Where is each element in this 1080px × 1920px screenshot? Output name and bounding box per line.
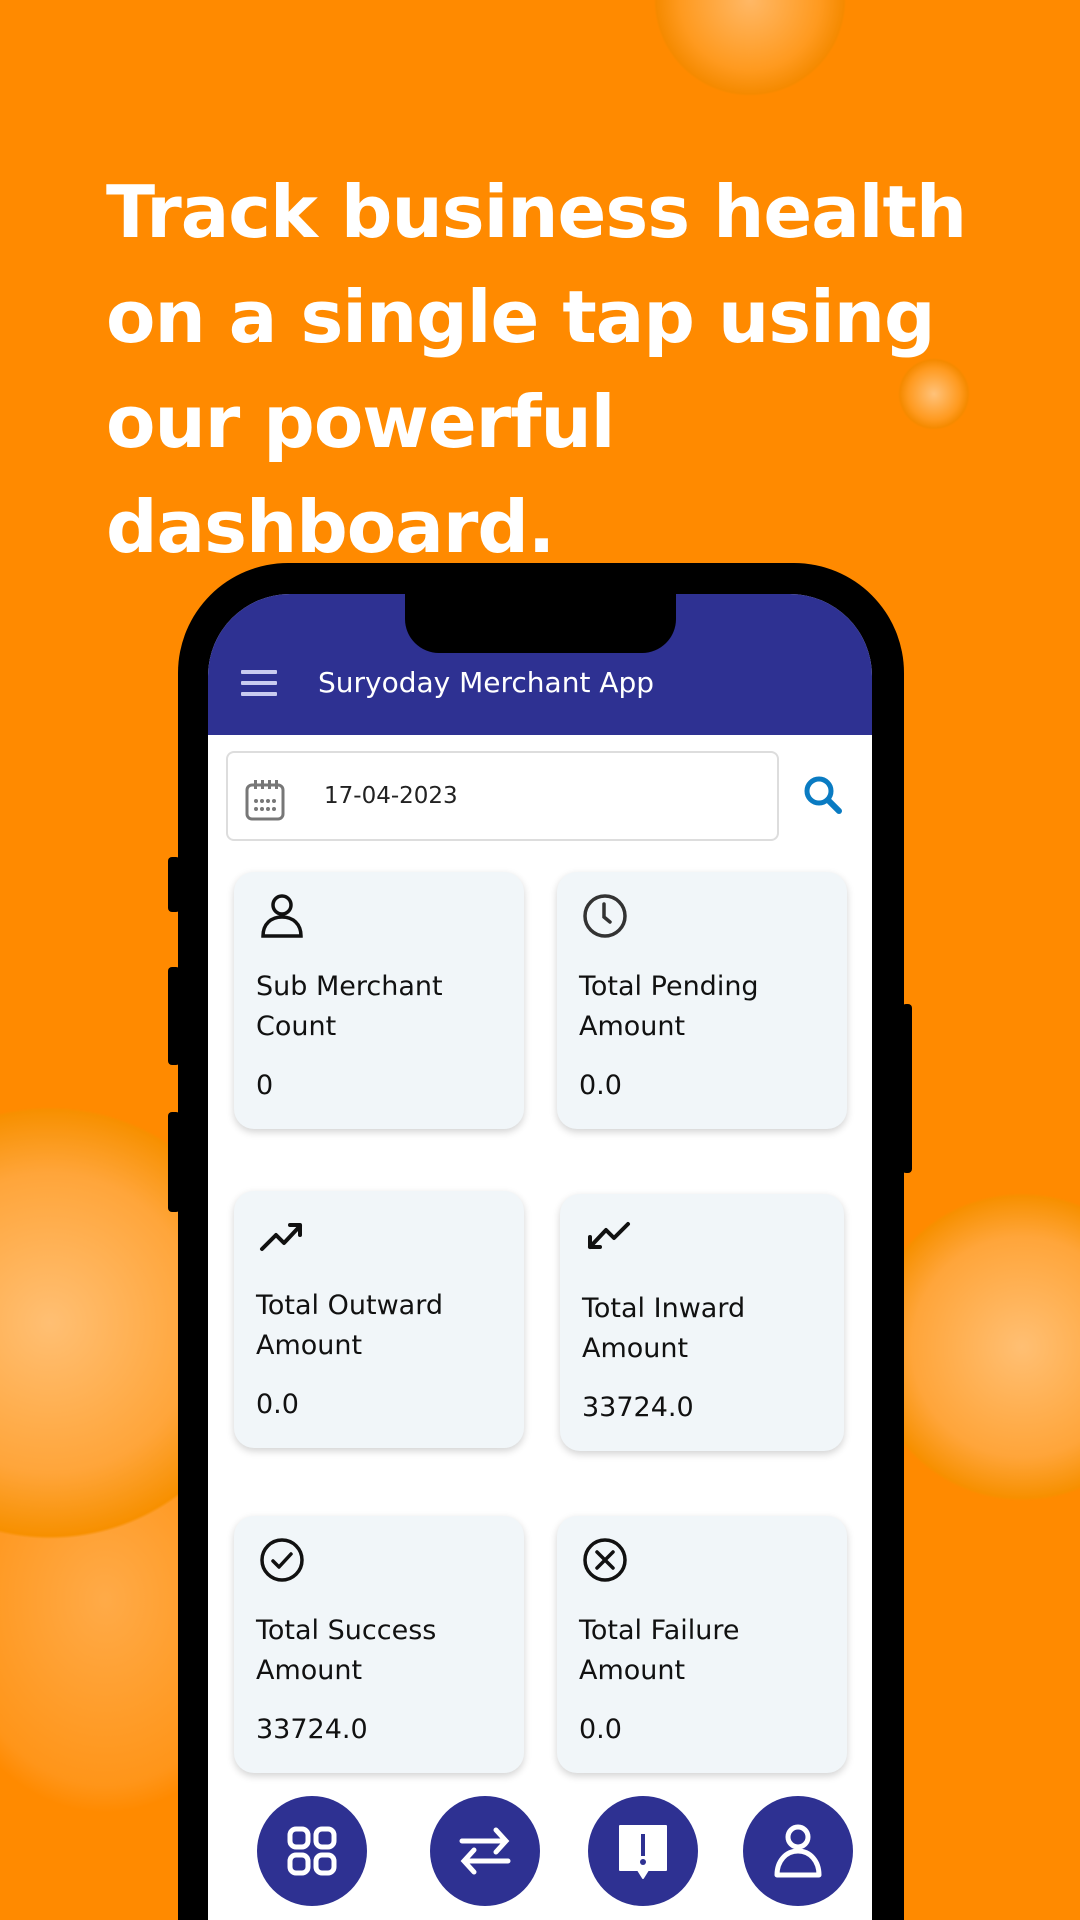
trending-up-icon [258, 1211, 306, 1263]
search-icon[interactable] [802, 774, 844, 816]
nav-dashboard-button[interactable] [257, 1796, 367, 1906]
stat-value: 33724.0 [582, 1392, 694, 1423]
stat-value: 0.0 [579, 1714, 622, 1745]
stat-label: Total Pending Amount [579, 971, 759, 1042]
nav-profile-button[interactable] [743, 1796, 853, 1906]
stat-label: Total Inward Amount [582, 1293, 746, 1364]
profile-icon [774, 1824, 822, 1878]
stat-card[interactable]: Total Success Amount 33724.0 [234, 1516, 524, 1773]
stat-label: Total Outward Amount [256, 1290, 443, 1361]
alert-icon [619, 1825, 667, 1879]
stat-card[interactable]: Total Outward Amount 0.0 [234, 1191, 524, 1448]
stat-value: 0 [256, 1070, 274, 1101]
clock-icon [581, 892, 629, 944]
nav-alerts-button[interactable] [588, 1796, 698, 1906]
stat-label: Total Success Amount [256, 1615, 437, 1686]
phone-notch [405, 594, 676, 653]
dashboard-icon [287, 1826, 337, 1876]
nav-transfer-button[interactable] [430, 1796, 540, 1906]
stat-card[interactable]: Total Inward Amount 33724.0 [560, 1194, 844, 1451]
stat-card[interactable]: Total Failure Amount 0.0 [557, 1516, 847, 1773]
date-value: 17-04-2023 [324, 783, 458, 809]
stat-card[interactable]: Total Pending Amount 0.0 [557, 872, 847, 1129]
stat-label: Total Failure Amount [579, 1615, 740, 1686]
calendar-icon [245, 780, 285, 821]
stat-label: Sub Merchant Count [256, 971, 443, 1042]
headline: Track business health on a single tap us… [106, 170, 967, 569]
check-circle-icon [258, 1536, 306, 1588]
user-icon [258, 892, 306, 944]
stat-value: 33724.0 [256, 1714, 368, 1745]
app-screen: Suryoday Merchant App 17-04-2023 Sub Mer… [208, 594, 872, 1920]
transfer-icon [459, 1827, 511, 1875]
hamburger-icon[interactable] [241, 670, 277, 696]
date-field[interactable]: 17-04-2023 [226, 751, 779, 841]
app-title: Suryoday Merchant App [318, 666, 655, 699]
stat-value: 0.0 [256, 1389, 299, 1420]
stat-value: 0.0 [579, 1070, 622, 1101]
x-circle-icon [581, 1536, 629, 1588]
stat-card[interactable]: Sub Merchant Count 0 [234, 872, 524, 1129]
trending-down-icon [584, 1214, 632, 1266]
